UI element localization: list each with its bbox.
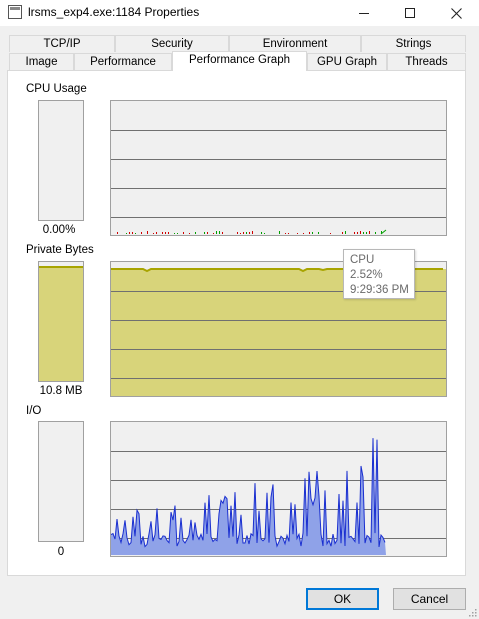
minimize-icon	[359, 12, 369, 14]
maximize-icon	[405, 8, 415, 18]
io-meter	[38, 421, 84, 542]
tab-tcp-ip[interactable]: TCP/IP	[9, 35, 115, 52]
cpu-usage-label: CPU Usage	[26, 83, 87, 95]
tab-strings[interactable]: Strings	[361, 35, 466, 52]
close-icon	[450, 7, 462, 19]
cpu-usage-graph	[110, 100, 447, 236]
private-bytes-value: 10.8 MB	[39, 385, 83, 397]
minimize-button[interactable]	[341, 0, 387, 26]
tab-threads[interactable]: Threads	[387, 53, 466, 70]
tab-performance[interactable]: Performance	[74, 53, 172, 70]
close-button[interactable]	[433, 0, 479, 26]
cpu-usage-value: 0.00%	[42, 224, 76, 236]
tab-performance-graph[interactable]: Performance Graph	[172, 51, 307, 71]
ok-button[interactable]: OK	[306, 588, 379, 610]
maximize-button[interactable]	[387, 0, 433, 26]
window-title: lrsms_exp4.exe:1184 Properties	[28, 5, 200, 19]
private-bytes-meter-fill	[39, 265, 83, 381]
cpu-tooltip: CPU 2.52% 9:29:36 PM	[343, 249, 415, 299]
cpu-graph-canvas	[111, 130, 446, 235]
tooltip-title: CPU	[350, 254, 375, 266]
private-bytes-meter	[38, 261, 84, 382]
io-line	[111, 438, 386, 548]
private-bytes-label: Private Bytes	[26, 244, 94, 256]
title-bar[interactable]: lrsms_exp4.exe:1184 Properties	[0, 0, 479, 26]
resize-grip-icon[interactable]	[467, 607, 477, 617]
tab-security[interactable]: Security	[115, 35, 229, 52]
tab-environment[interactable]: Environment	[229, 35, 361, 52]
tab-gpu-graph[interactable]: GPU Graph	[307, 53, 387, 70]
cpu-usage-meter	[38, 100, 84, 221]
io-value: 0	[57, 546, 65, 558]
io-graph	[110, 421, 447, 557]
cancel-button[interactable]: Cancel	[393, 588, 466, 610]
tooltip-time: 9:29:36 PM	[350, 284, 409, 296]
io-graph-canvas	[111, 438, 446, 555]
io-label: I/O	[26, 405, 42, 417]
app-icon	[8, 5, 22, 19]
tab-image[interactable]: Image	[9, 53, 74, 70]
tooltip-value: 2.52%	[350, 269, 383, 281]
